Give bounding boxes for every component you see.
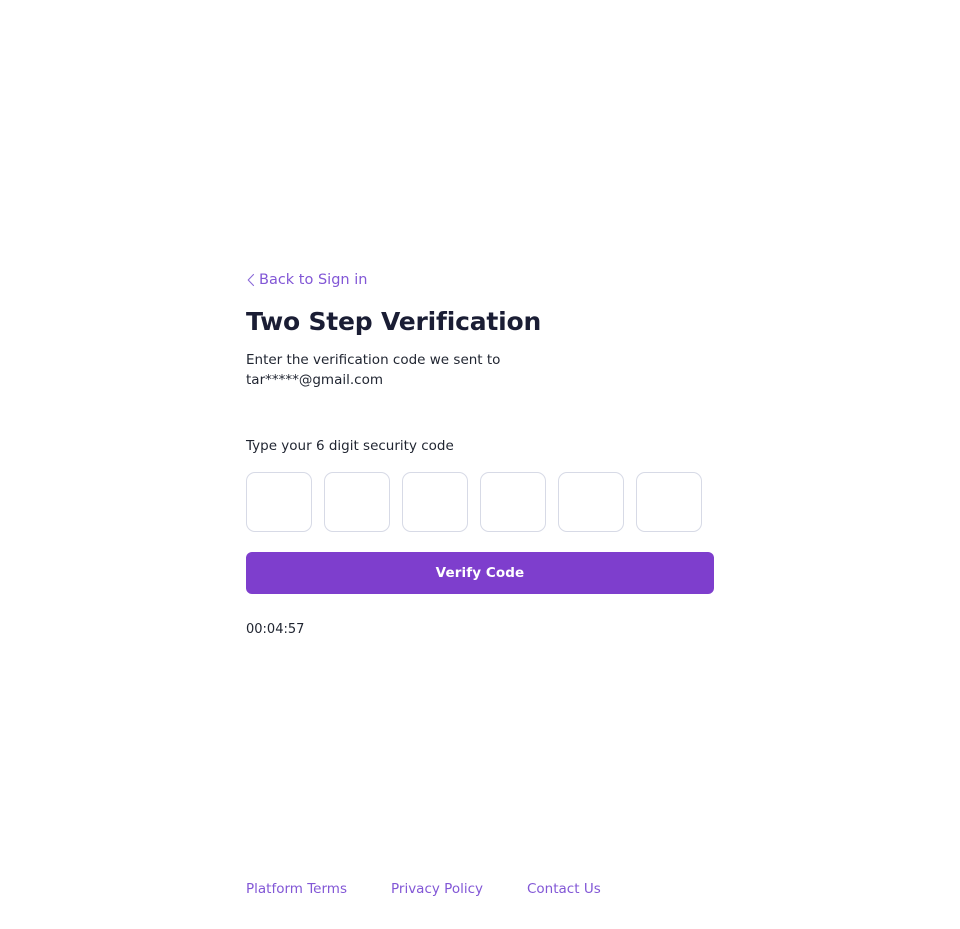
security-code-digit-1[interactable] xyxy=(246,472,312,532)
security-code-digit-5[interactable] xyxy=(558,472,624,532)
back-to-sign-in-label: Back to Sign in xyxy=(259,272,368,288)
back-to-sign-in-link[interactable]: Back to Sign in xyxy=(246,271,367,289)
chevron-left-icon xyxy=(246,273,256,287)
security-code-digit-6[interactable] xyxy=(636,472,702,532)
verify-code-button[interactable]: Verify Code xyxy=(246,552,714,594)
security-code-digit-2[interactable] xyxy=(324,472,390,532)
security-code-input-group xyxy=(246,472,714,532)
page-title: Two Step Verification xyxy=(246,307,542,336)
security-code-label: Type your 6 digit security code xyxy=(246,438,454,454)
footer-link-platform-terms[interactable]: Platform Terms xyxy=(246,880,347,898)
footer-link-contact-us[interactable]: Contact Us xyxy=(527,880,601,898)
verification-card: Back to Sign in Two Step Verification En… xyxy=(246,271,714,638)
masked-email: tar*****@gmail.com xyxy=(246,372,383,388)
page-subtitle: Enter the verification code we sent to t… xyxy=(246,350,506,390)
footer-link-privacy-policy[interactable]: Privacy Policy xyxy=(391,880,483,898)
verification-page: Back to Sign in Two Step Verification En… xyxy=(0,0,960,929)
footer-links: Platform Terms Privacy Policy Contact Us xyxy=(246,880,601,898)
subtitle-line-1: Enter the verification code we sent to xyxy=(246,352,501,368)
countdown-timer: 00:04:57 xyxy=(246,622,305,637)
security-code-digit-4[interactable] xyxy=(480,472,546,532)
security-code-digit-3[interactable] xyxy=(402,472,468,532)
